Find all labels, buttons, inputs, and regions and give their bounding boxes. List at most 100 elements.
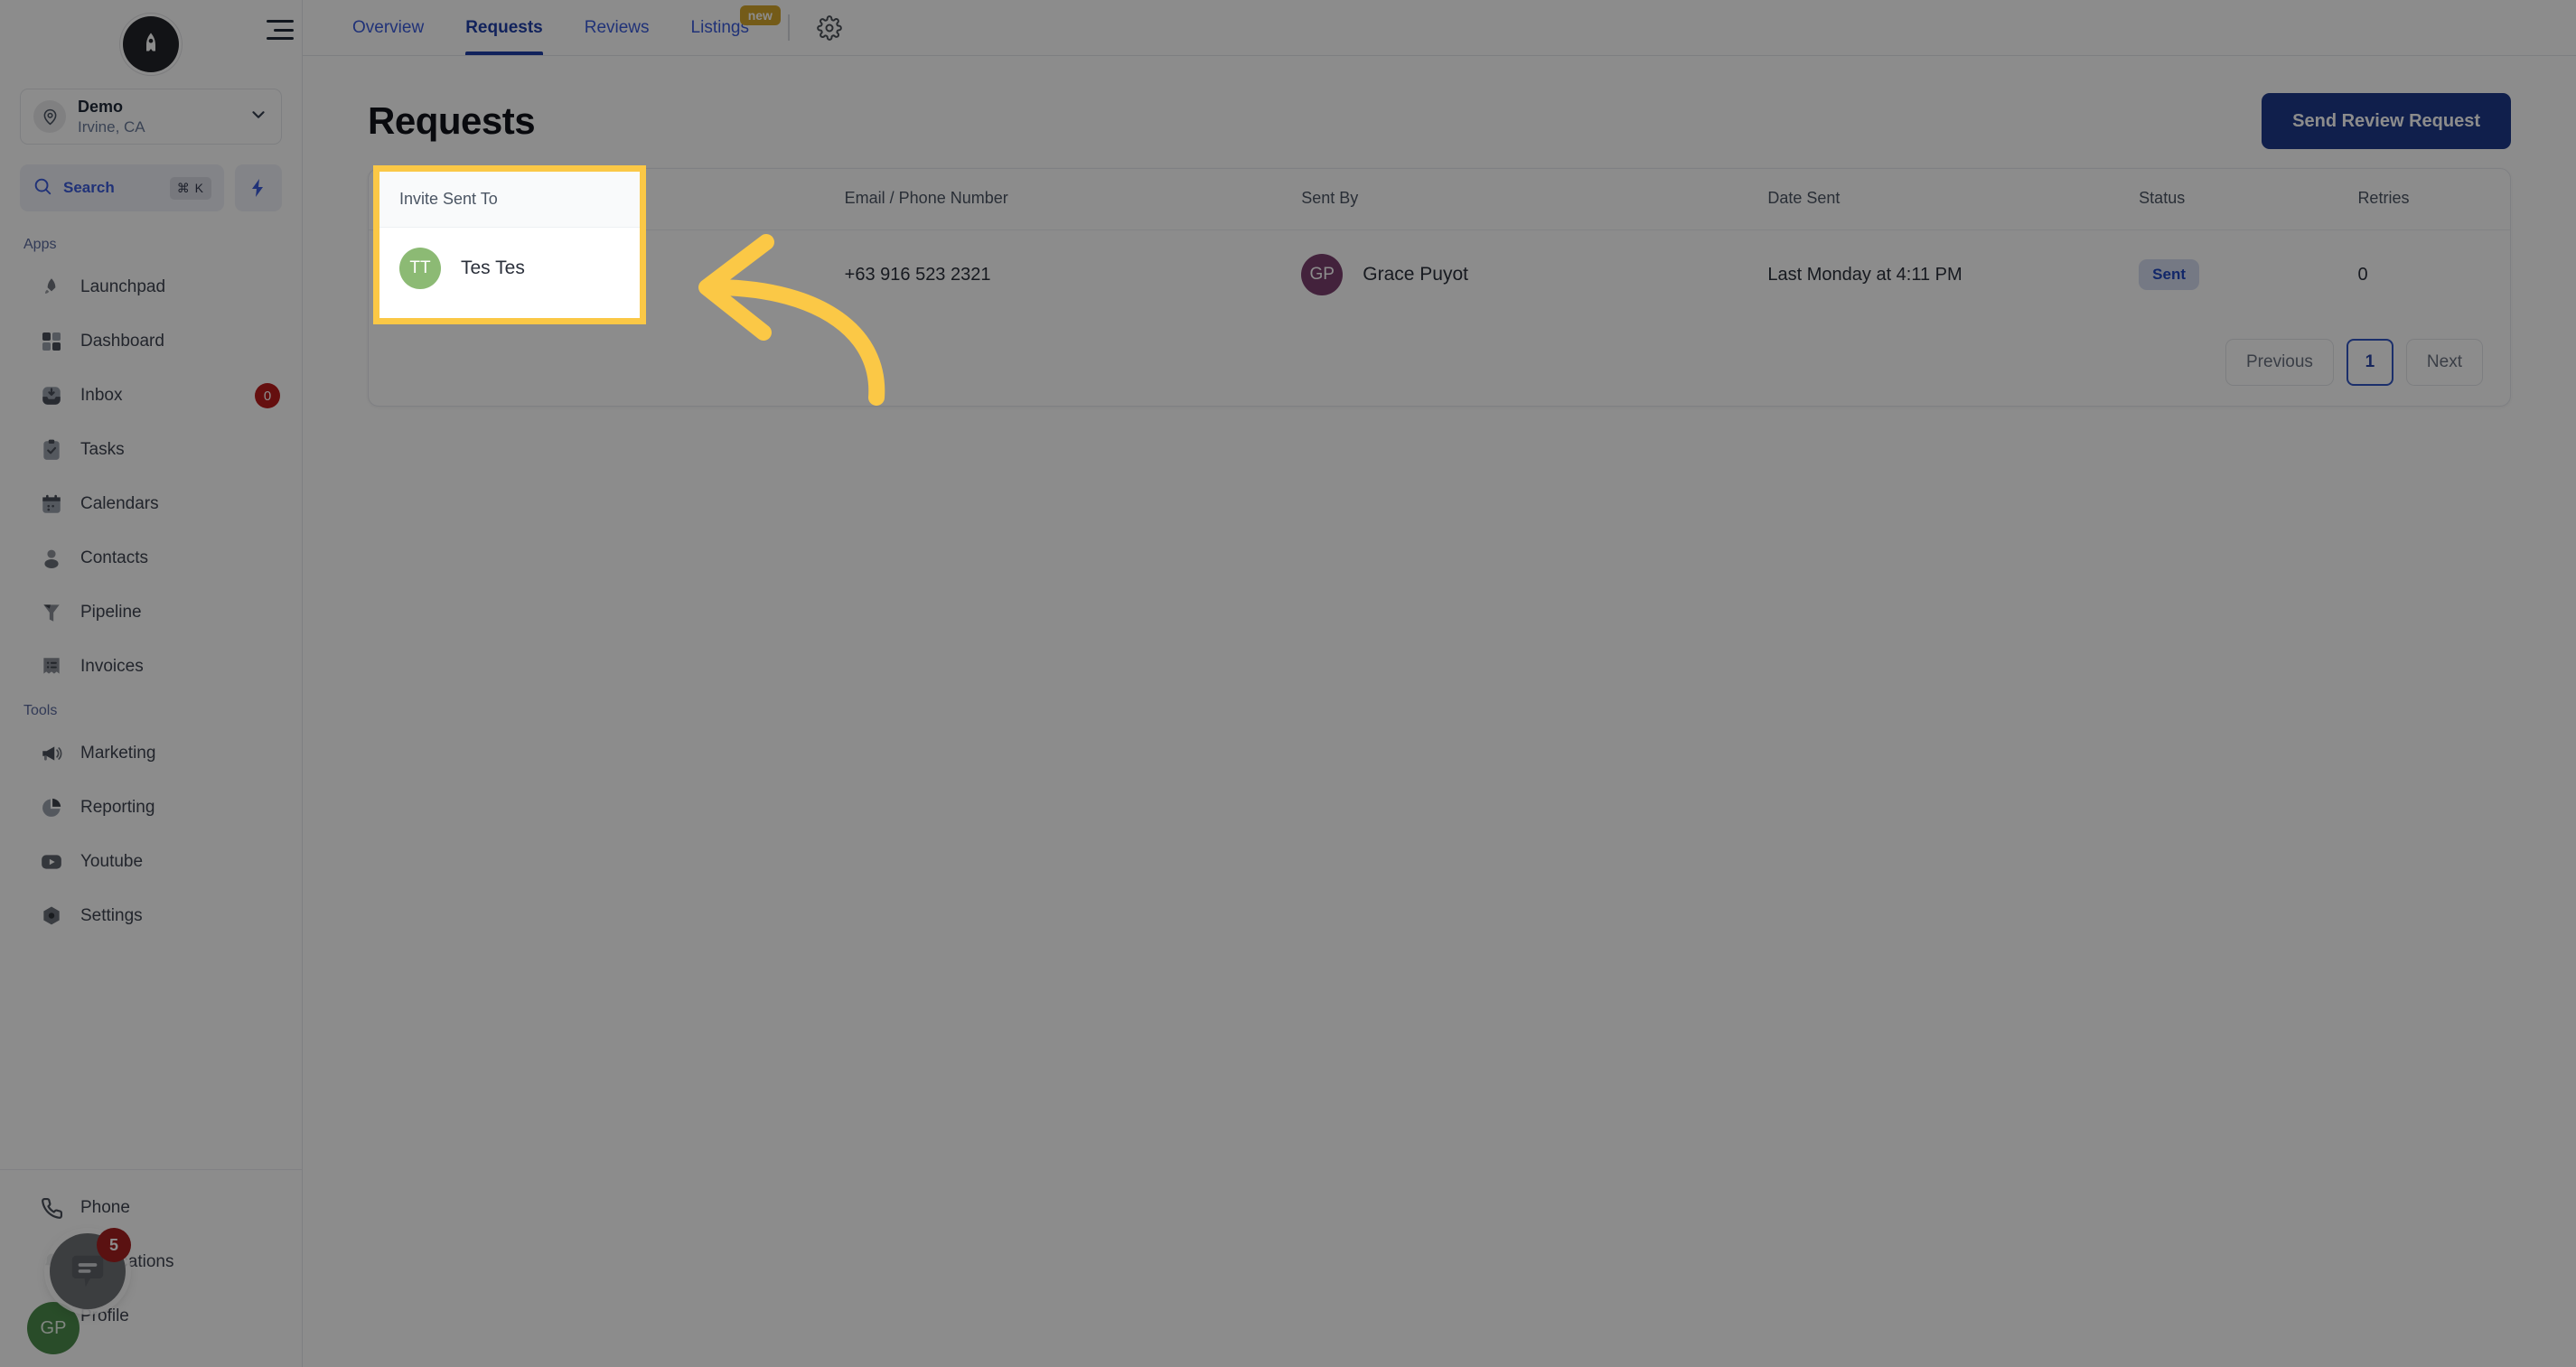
page-header: Requests Send Review Request — [368, 90, 2511, 152]
tab-reviews[interactable]: Reviews — [564, 0, 670, 55]
sidebar-item-label: Calendars — [80, 494, 159, 513]
search-label: Search — [63, 179, 115, 196]
top-navigation: Overview Requests Reviews Listings new — [303, 0, 2576, 56]
new-badge: new — [739, 5, 781, 25]
chat-bubble-icon[interactable]: 5 — [50, 1228, 131, 1309]
calendar-icon — [38, 491, 65, 518]
sidebar-item-label: Dashboard — [80, 332, 164, 351]
sidebar-item-reporting[interactable]: Reporting — [0, 781, 302, 835]
sidebar-item-settings[interactable]: Settings — [0, 889, 302, 943]
highlight-row[interactable]: TT Tes Tes — [379, 228, 640, 309]
table-header-row: Invite Sent To Email / Phone Number Sent… — [369, 169, 2510, 230]
sidebar-item-label: Marketing — [80, 744, 156, 763]
gear-hex-icon — [38, 903, 65, 930]
location-selector[interactable]: Demo Irvine, CA — [20, 89, 282, 145]
sidebar-item-label: Settings — [80, 906, 143, 925]
sidebar-item-label: Youtube — [80, 852, 144, 871]
section-label-tools: Tools — [23, 703, 58, 718]
person-icon — [38, 545, 65, 572]
sidebar-item-label: Profile — [80, 1306, 129, 1325]
sidebar-item-tasks[interactable]: Tasks — [0, 423, 302, 477]
sidebar-item-label: Contacts — [80, 548, 148, 567]
sidebar: Demo Irvine, CA Search ⌘ K Apps Launchpa… — [0, 0, 303, 1367]
column-header-status: Status — [2139, 169, 2358, 230]
tab-label: Overview — [352, 17, 425, 37]
app-root: Demo Irvine, CA Search ⌘ K Apps Launchpa… — [0, 0, 2576, 1367]
brand-header — [0, 0, 302, 89]
column-header-sent-by: Sent By — [1301, 169, 1768, 230]
search-icon — [33, 176, 52, 201]
gear-icon[interactable] — [808, 0, 851, 55]
table-header: Invite Sent To Email / Phone Number Sent… — [369, 169, 2510, 230]
sidebar-item-label: Launchpad — [80, 277, 166, 296]
sidebar-item-dashboard[interactable]: Dashboard — [0, 314, 302, 369]
highlighted-invite-sent-to-column: Invite Sent To TT Tes Tes — [373, 165, 646, 324]
tab-overview[interactable]: Overview — [332, 0, 445, 55]
sidebar-item-inbox[interactable]: Inbox 0 — [0, 369, 302, 423]
column-header-email-phone: Email / Phone Number — [844, 169, 1302, 230]
megaphone-icon — [38, 740, 65, 767]
section-label-apps: Apps — [23, 237, 57, 252]
cell-sent-by: GP Grace Puyot — [1301, 230, 1767, 320]
tab-label: Requests — [465, 17, 543, 37]
rocket-icon — [38, 274, 65, 301]
sidebar-item-pipeline[interactable]: Pipeline — [0, 585, 302, 640]
column-header-date-sent: Date Sent — [1767, 169, 2140, 230]
sidebar-item-label: Inbox — [80, 386, 123, 405]
table-body: TT Tes Tes +63 916 523 2321 GP Grace Puy… — [369, 230, 2510, 320]
clipboard-check-icon — [38, 436, 65, 463]
grid-icon — [38, 328, 65, 355]
table-row[interactable]: TT Tes Tes +63 916 523 2321 GP Grace Puy… — [369, 230, 2510, 320]
cell-email-phone: +63 916 523 2321 — [844, 264, 991, 285]
hamburger-menu-icon[interactable] — [267, 20, 297, 40]
sidebar-item-label: Pipeline — [80, 603, 142, 622]
search-row: Search ⌘ K — [20, 164, 282, 211]
page-number-button[interactable]: 1 — [2346, 339, 2393, 386]
sidebar-item-label: Reporting — [80, 798, 155, 817]
pagination: Previous 1 Next — [369, 319, 2510, 406]
sidebar-item-label: Phone — [80, 1198, 130, 1217]
inbox-badge: 0 — [255, 383, 280, 408]
sidebar-item-marketing[interactable]: Marketing — [0, 726, 302, 781]
sidebar-item-calendars[interactable]: Calendars — [0, 477, 302, 531]
nav-divider — [787, 14, 790, 41]
sender: GP Grace Puyot — [1301, 254, 1767, 295]
location-sublabel: Irvine, CA — [78, 117, 145, 136]
location-text: Demo Irvine, CA — [78, 98, 237, 136]
tab-label: Reviews — [584, 17, 650, 37]
sidebar-item-phone[interactable]: Phone — [0, 1181, 302, 1235]
location-name: Demo — [78, 97, 124, 116]
funnel-icon — [38, 599, 65, 626]
invoice-icon — [38, 653, 65, 680]
cell-retries: 0 — [2357, 264, 2368, 285]
sidebar-nav: Apps Launchpad Dashboard Inbox 0 Tasks C… — [0, 211, 302, 1169]
next-page-button[interactable]: Next — [2405, 339, 2483, 386]
sidebar-item-youtube[interactable]: Youtube — [0, 835, 302, 889]
rocket-logo-icon[interactable] — [123, 16, 179, 72]
page-title: Requests — [368, 99, 536, 142]
profile-avatar[interactable]: GP — [27, 1302, 80, 1354]
sidebar-item-label: Invoices — [80, 657, 144, 676]
send-review-request-button[interactable]: Send Review Request — [2262, 93, 2511, 149]
youtube-icon — [38, 848, 65, 875]
column-header-retries: Retries — [2357, 169, 2510, 230]
sidebar-item-contacts[interactable]: Contacts — [0, 531, 302, 585]
sidebar-item-notifications[interactable]: Notifications — [0, 1235, 302, 1289]
cell-status: Sent — [2139, 230, 2357, 320]
recipient-name: Tes Tes — [461, 257, 525, 278]
sidebar-item-label: Tasks — [80, 440, 125, 459]
phone-icon — [38, 1194, 65, 1222]
chat-badge: 5 — [97, 1228, 131, 1262]
requests-table-card: Invite Sent To Email / Phone Number Sent… — [368, 168, 2511, 407]
sender-name: Grace Puyot — [1363, 264, 1468, 285]
search-input[interactable]: Search ⌘ K — [20, 164, 224, 211]
tab-requests[interactable]: Requests — [445, 0, 564, 55]
tab-listings[interactable]: Listings new — [670, 0, 781, 55]
previous-page-button[interactable]: Previous — [2225, 339, 2334, 386]
sidebar-item-launchpad[interactable]: Launchpad — [0, 260, 302, 314]
lightning-bolt-icon[interactable] — [235, 164, 282, 211]
map-pin-icon — [33, 100, 66, 133]
pie-chart-icon — [38, 794, 65, 821]
sidebar-item-invoices[interactable]: Invoices — [0, 640, 302, 694]
avatar: GP — [1301, 254, 1344, 295]
